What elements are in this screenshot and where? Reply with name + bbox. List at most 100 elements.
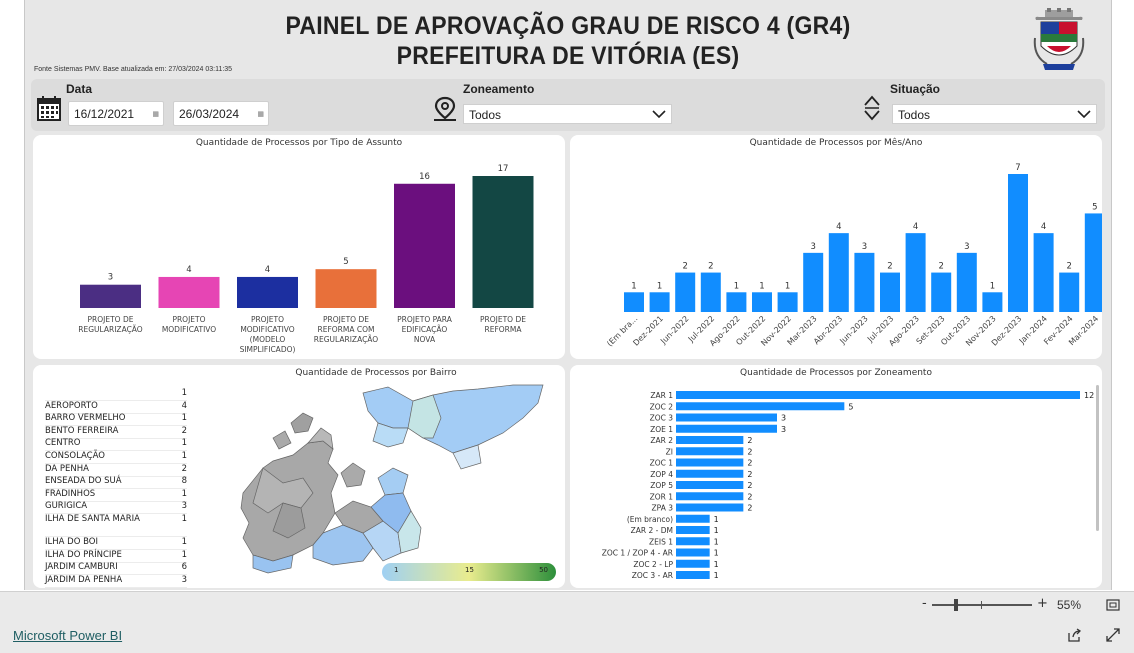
chart-panel-by-month: Quantidade de Processos por Mês/Ano 1 (Em… [570, 135, 1102, 359]
bar-by-month[interactable] [905, 233, 926, 312]
neighborhood-table[interactable]: 1 AEROPORTO 4 BARRO VERMELHO 1 BENTO FERREIRA… [33, 365, 193, 588]
bar-value-label: 1 [631, 281, 636, 291]
bar-by-type[interactable] [237, 276, 298, 308]
date-picker-icon[interactable]: ▦ [152, 102, 159, 127]
bar-by-type[interactable] [315, 269, 377, 308]
bar-value-label: 2 [1066, 262, 1071, 272]
bar-chart-by-type[interactable]: 3PROJETO DEREGULARIZAÇÃO4PROJETOMODIFICA… [33, 135, 565, 359]
bar-by-month[interactable] [1008, 174, 1028, 312]
power-bi-link[interactable]: Microsoft Power BI [13, 628, 122, 643]
zoom-in-button[interactable]: + [1037, 596, 1048, 611]
bar-by-zoning[interactable] [676, 469, 744, 478]
bar-value-label: 2 [938, 262, 943, 272]
zoom-out-button[interactable]: - [922, 596, 927, 611]
neighborhood-name: ENSEADA DO SUÁ [45, 476, 122, 487]
table-row[interactable]: ENSEADA DO SUÁ 8 [45, 476, 187, 490]
report-canvas: PAINEL DE APROVAÇÃO GRAU DE RISCO 4 (GR4… [24, 0, 1112, 590]
date-end-input[interactable]: 26/03/2024 ▦ [173, 101, 269, 126]
bar-by-zoning[interactable] [676, 514, 710, 523]
bar-by-month[interactable] [1033, 233, 1054, 312]
zoning-axis-label: ZI [666, 447, 673, 456]
category-label: (MODELO [250, 335, 286, 344]
zoning-dropdown[interactable]: Todos [463, 104, 672, 124]
neighborhood-name: ILHA DO BOI [45, 537, 98, 547]
bar-by-month[interactable] [700, 272, 721, 312]
bar-by-month[interactable] [726, 292, 747, 312]
table-row[interactable]: JARDIM DA PENHA 3 [45, 575, 187, 588]
bar-by-zoning[interactable] [676, 537, 710, 546]
bar-by-zoning[interactable] [676, 391, 1080, 399]
table-row[interactable]: JARDIM CAMBURI 6 [45, 562, 187, 576]
table-row[interactable]: CONSOLAÇÃO 1 [45, 451, 187, 464]
situation-dropdown[interactable]: Todos [892, 104, 1097, 124]
neighborhood-map[interactable] [213, 383, 553, 583]
bar-chart-by-zoning[interactable]: ZAR 1 12ZOC 2 5ZOC 3 3ZOE 1 3ZAR 2 2ZI 2ZOC 12… [570, 365, 1102, 588]
bar-by-month[interactable] [803, 252, 824, 312]
category-label: EDIFICAÇÃO [402, 325, 448, 334]
bar-by-zoning[interactable] [676, 424, 777, 433]
bar-by-month[interactable] [1084, 213, 1102, 312]
bar-by-zoning[interactable] [676, 503, 744, 512]
table-row[interactable]: 1 [45, 388, 187, 401]
table-row[interactable]: DA PENHA 2 [45, 464, 187, 477]
bar-by-month[interactable] [649, 292, 670, 312]
bar-by-zoning[interactable] [676, 436, 744, 444]
table-row[interactable]: BENTO FERREIRA 2 [45, 426, 187, 439]
table-row[interactable]: CENTRO 1 [45, 438, 187, 452]
bar-by-type[interactable] [80, 284, 141, 308]
legend-min-label: 1 [394, 566, 399, 574]
table-row[interactable]: GURIGICA 3 [45, 501, 187, 515]
bar-value-label: 3 [108, 273, 113, 283]
bar-by-month[interactable] [880, 272, 900, 312]
bar-value-label: 4 [1041, 222, 1046, 232]
zoning-axis-label: (Em branco) [627, 515, 673, 524]
fullscreen-icon[interactable] [1106, 628, 1120, 642]
zoning-filter-label: Zoneamento [463, 82, 535, 96]
bar-by-zoning[interactable] [676, 481, 744, 489]
bar-by-zoning[interactable] [676, 526, 710, 534]
fit-to-page-icon[interactable] [1106, 599, 1120, 611]
bar-by-type[interactable] [394, 183, 455, 308]
table-row[interactable]: FRADINHOS 1 [45, 489, 187, 502]
chart-panel-by-type: Quantidade de Processos por Tipo de Assu… [33, 135, 565, 359]
bar-chart-by-month[interactable]: 1(Em bra...1Dez-20212Jun-20222Jul-20221A… [570, 135, 1102, 359]
bar-by-month[interactable] [777, 292, 798, 312]
bar-by-zoning[interactable] [676, 458, 744, 467]
bar-by-month[interactable] [1059, 272, 1080, 312]
bar-by-month[interactable] [675, 272, 696, 312]
chart-panel-by-zoning: Quantidade de Processos por Zoneamento Z… [570, 365, 1102, 588]
date-start-input[interactable]: 16/12/2021 ▦ [68, 101, 164, 126]
bar-by-month[interactable] [854, 252, 875, 312]
share-icon[interactable] [1067, 628, 1082, 642]
bar-by-zoning[interactable] [676, 559, 710, 568]
zoom-slider-thumb[interactable] [954, 599, 958, 611]
bar-by-zoning[interactable] [676, 571, 710, 579]
table-row[interactable]: AEROPORTO 4 [45, 401, 187, 414]
bar-by-zoning[interactable] [676, 402, 845, 411]
bar-value-label: 2 [708, 262, 713, 272]
bar-by-month[interactable] [931, 272, 952, 312]
bar-value-label: 1 [714, 526, 719, 535]
bar-value-label: 7 [1015, 163, 1020, 173]
bar-by-zoning[interactable] [676, 447, 744, 456]
bar-by-month[interactable] [982, 292, 1003, 312]
table-row[interactable]: ILHA DO PRÍNCIPE 1 [45, 550, 187, 563]
table-row[interactable]: BARRO VERMELHO 1 [45, 413, 187, 427]
bar-by-month[interactable] [956, 252, 977, 312]
bar-value-label: 1 [714, 560, 719, 569]
date-picker-icon[interactable]: ▦ [257, 102, 264, 127]
bar-by-type[interactable] [472, 176, 534, 308]
bar-by-zoning[interactable] [676, 413, 777, 422]
neighborhood-name: CENTRO [45, 438, 81, 449]
bar-by-zoning[interactable] [676, 548, 710, 557]
table-row[interactable]: ILHA DO BOI 1 [45, 537, 187, 550]
bar-by-month[interactable] [752, 292, 772, 312]
bar-by-month[interactable] [624, 292, 644, 312]
table-row[interactable]: ILHA DE SANTA MARIA 1 [45, 514, 187, 537]
bar-value-label: 1 [714, 515, 719, 524]
bar-by-type[interactable] [158, 276, 220, 308]
zoning-scrollbar[interactable] [1096, 385, 1099, 531]
bar-by-month[interactable] [828, 233, 849, 312]
bar-by-zoning[interactable] [676, 492, 744, 501]
zoom-slider[interactable] [932, 599, 1032, 611]
